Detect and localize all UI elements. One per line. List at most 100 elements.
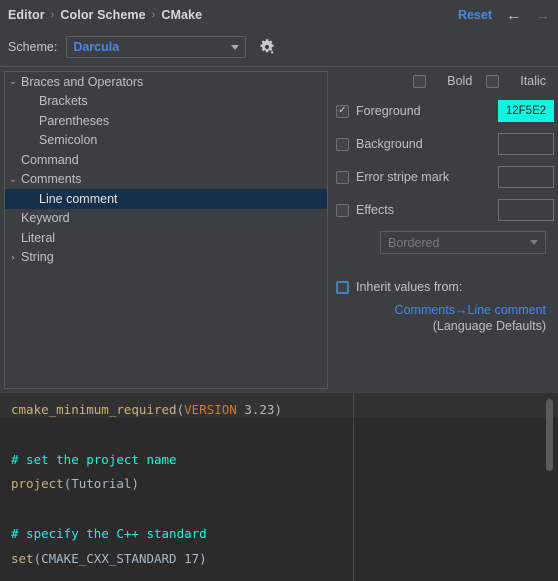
foreground-checkbox[interactable]: ✓ — [336, 104, 349, 118]
bold-checkbox[interactable]: ✓ — [413, 74, 427, 88]
attributes-panel: ✓ Bold ✓ Italic ✓ Foreground 12F5E2 ✓ Ba… — [336, 71, 554, 389]
error-stripe-mark-row: ✓ Error stripe mark — [336, 165, 554, 189]
code-token: Tutorial — [71, 476, 132, 492]
error-stripe-mark-label: Error stripe mark — [356, 170, 450, 184]
code-token: project — [11, 476, 64, 492]
italic-label: Italic — [520, 74, 546, 88]
effects-color-swatch[interactable] — [498, 199, 554, 221]
tree-row[interactable]: Keyword — [5, 209, 327, 229]
breadcrumb-item-color-scheme[interactable]: Color Scheme — [60, 8, 145, 22]
tree-row[interactable]: ⌄ Braces and Operators — [5, 72, 327, 92]
chevron-down-icon[interactable]: ⌄ — [5, 174, 21, 185]
back-arrow-icon[interactable]: ← — [506, 8, 521, 23]
forward-arrow-icon[interactable]: → — [535, 8, 550, 23]
bold-label: Bold — [447, 74, 473, 88]
inherit-values-checkbox[interactable]: ✓ — [336, 280, 349, 294]
preview-scrollbar[interactable] — [546, 393, 556, 581]
code-token: VERSION — [184, 402, 237, 417]
inherit-section: ✓ Inherit values from: Comments→Line com… — [336, 280, 554, 334]
tree-row-label: String — [21, 250, 54, 265]
chevron-right-icon[interactable]: › — [5, 252, 21, 262]
preview-code-body: cmake_minimum_required(VERSION 3.23) # s… — [0, 393, 558, 581]
code-token: # specify the C++ standard — [11, 525, 207, 541]
code-line: # set the project name — [11, 448, 558, 473]
chevron-down-icon — [231, 44, 240, 50]
background-checkbox[interactable]: ✓ — [336, 137, 349, 151]
reset-link[interactable]: Reset — [458, 8, 492, 22]
background-label: Background — [356, 137, 423, 151]
tree-row[interactable]: Command — [5, 150, 327, 170]
tree-row[interactable]: Semicolon — [5, 131, 327, 151]
inherit-source-scope: (Language Defaults) — [432, 319, 546, 333]
chevron-down-icon[interactable]: ⌄ — [5, 76, 21, 87]
foreground-color-swatch[interactable]: 12F5E2 — [498, 100, 554, 122]
inherit-row: ✓ Inherit values from: — [336, 280, 554, 294]
code-line: cmake_minimum_required(VERSION 3.23) — [11, 398, 558, 423]
font-style-row: ✓ Bold ✓ Italic — [336, 71, 554, 91]
tree-row-label: Keyword — [21, 211, 70, 226]
tree-row-label: Literal — [21, 230, 56, 245]
breadcrumb: Editor › Color Scheme › CMake — [0, 8, 202, 22]
error-stripe-mark-checkbox[interactable]: ✓ — [336, 170, 349, 184]
scheme-combobox[interactable]: Darcula — [66, 36, 247, 58]
effects-checkbox[interactable]: ✓ — [336, 203, 349, 217]
tree-row[interactable]: Brackets — [5, 92, 327, 112]
inherit-source: Comments→Line comment (Language Defaults… — [336, 302, 554, 334]
color-scheme-settings-page: Editor › Color Scheme › CMake Reset ← → … — [0, 0, 558, 581]
tree-row[interactable]: Line comment — [5, 189, 327, 209]
tree-row[interactable]: ⌄ Comments — [5, 170, 327, 190]
effects-row: ✓ Effects — [336, 198, 554, 222]
code-token: ( — [33, 550, 42, 566]
code-token: 3.23 — [236, 402, 275, 417]
code-line: project(Tutorial) — [11, 472, 558, 497]
foreground-label: Foreground — [356, 104, 421, 118]
error-stripe-mark-color-swatch[interactable] — [498, 166, 554, 188]
inherit-source-link[interactable]: Comments→Line comment — [336, 302, 546, 318]
code-preview[interactable]: cmake_minimum_required(VERSION 3.23) # s… — [0, 393, 558, 581]
background-row: ✓ Background — [336, 132, 554, 156]
tree-row-label: Parentheses — [39, 113, 110, 128]
breadcrumb-item-editor[interactable]: Editor — [8, 8, 45, 22]
code-token: cmake_minimum_required — [11, 402, 177, 417]
code-token: ) — [274, 402, 282, 417]
breadcrumb-separator-icon: › — [50, 9, 55, 21]
code-token: CMAKE_CXX_STANDARD 17 — [41, 550, 200, 566]
code-line: set(CMAKE_CXX_STANDARD 17) — [11, 547, 558, 572]
foreground-row: ✓ Foreground 12F5E2 — [336, 99, 554, 123]
tree-row-label: Comments — [21, 172, 82, 187]
scheme-combobox-value: Darcula — [73, 40, 120, 54]
header-divider — [0, 66, 558, 67]
tree-row-label: Braces and Operators — [21, 74, 144, 89]
tree-row[interactable]: Parentheses — [5, 111, 327, 131]
scheme-label: Scheme: — [8, 40, 58, 54]
code-line: # specify the C++ standard — [11, 522, 558, 547]
tree-row-label: Command — [21, 152, 79, 167]
effects-label: Effects — [356, 203, 394, 217]
tree-row-label: Semicolon — [39, 133, 98, 148]
breadcrumb-header: Editor › Color Scheme › CMake Reset ← → — [0, 0, 558, 30]
chevron-down-icon — [530, 240, 538, 245]
code-token: set — [11, 550, 34, 566]
effect-type-value: Bordered — [388, 235, 440, 250]
italic-checkbox[interactable]: ✓ — [486, 74, 500, 88]
scheme-row: Scheme: Darcula — [0, 32, 558, 62]
tree-row-label: Line comment — [39, 191, 118, 206]
inherit-values-label: Inherit values from: — [356, 280, 463, 294]
code-token: ( — [176, 402, 185, 417]
code-token: # set the project name — [11, 451, 177, 467]
background-color-swatch[interactable] — [498, 133, 554, 155]
preview-scrollbar-thumb[interactable] — [546, 399, 553, 471]
tree-row[interactable]: › String — [5, 248, 327, 268]
code-token: ) — [199, 550, 207, 566]
header-actions: Reset ← → — [458, 8, 558, 23]
breadcrumb-separator-icon: › — [151, 9, 156, 21]
tree-row[interactable]: Literal — [5, 228, 327, 248]
breadcrumb-item-cmake[interactable]: CMake — [161, 8, 202, 22]
color-key-tree[interactable]: ⌄ Braces and Operators Brackets Parentheses… — [4, 71, 328, 389]
code-token: ) — [131, 476, 139, 492]
gear-icon[interactable] — [258, 38, 276, 56]
effect-type-combobox[interactable]: Bordered — [380, 231, 546, 254]
